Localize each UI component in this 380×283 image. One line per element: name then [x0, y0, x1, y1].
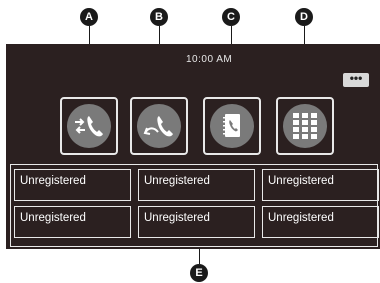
more-options-button[interactable]: ••• — [343, 72, 369, 87]
keypad-icon — [283, 104, 327, 148]
call-forward-icon — [137, 104, 181, 148]
preset-slots-area: Unregistered Unregistered Unregistered U… — [10, 164, 379, 247]
call-transfer-icon — [67, 104, 111, 148]
phonebook-button[interactable] — [203, 97, 261, 155]
callout-b: B — [150, 8, 168, 26]
callout-a: A — [80, 8, 98, 26]
call-transfer-button[interactable] — [60, 97, 118, 155]
preset-slot-4[interactable]: Unregistered — [14, 206, 131, 238]
phone-screen: 10:00 AM ••• Unregistered Unregistered U… — [6, 44, 380, 249]
callout-e: E — [190, 264, 208, 282]
preset-slot-6[interactable]: Unregistered — [262, 206, 379, 238]
call-forward-button[interactable] — [130, 97, 188, 155]
preset-slot-3[interactable]: Unregistered — [262, 169, 379, 201]
callout-c: C — [222, 8, 240, 26]
clock: 10:00 AM — [186, 54, 233, 65]
keypad-button[interactable] — [276, 97, 334, 155]
phonebook-icon — [210, 104, 254, 148]
callout-d: D — [295, 8, 313, 26]
preset-slot-5[interactable]: Unregistered — [138, 206, 255, 238]
preset-slot-1[interactable]: Unregistered — [14, 169, 131, 201]
preset-slot-2[interactable]: Unregistered — [138, 169, 255, 201]
